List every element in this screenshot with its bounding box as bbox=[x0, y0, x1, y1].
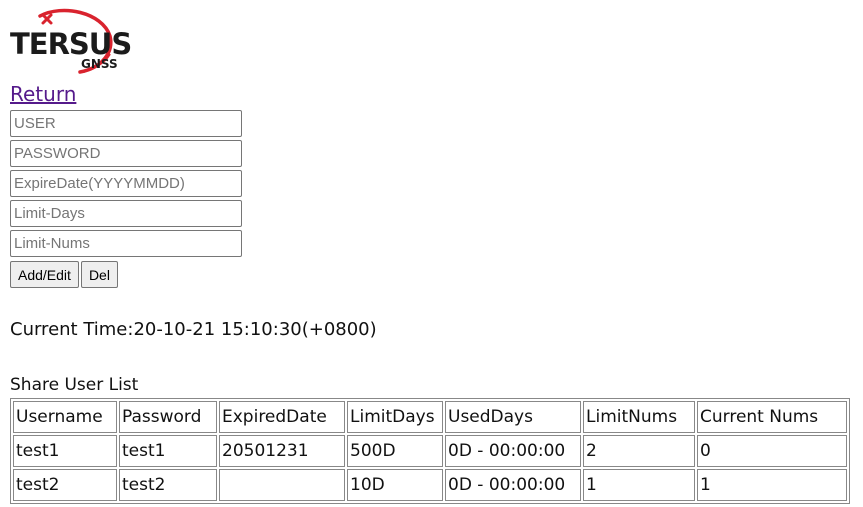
cell-used-days: 0D - 00:00:00 bbox=[445, 469, 581, 501]
cell-username: test2 bbox=[13, 469, 117, 501]
column-header-limit-days: LimitDays bbox=[347, 401, 443, 433]
share-user-table: Username Password ExpiredDate LimitDays … bbox=[10, 398, 850, 504]
cell-current-nums: 0 bbox=[697, 435, 847, 467]
logo-sub-text: GNSS bbox=[81, 57, 118, 71]
user-form bbox=[10, 110, 246, 260]
tersus-logo-graphic: TERSUS GNSS bbox=[10, 8, 132, 74]
current-time: Current Time:20-10-21 15:10:30(+0800) bbox=[10, 319, 377, 341]
column-header-username: Username bbox=[13, 401, 117, 433]
user-input[interactable] bbox=[10, 110, 242, 137]
cell-limit-nums: 1 bbox=[583, 469, 695, 501]
column-header-password: Password bbox=[119, 401, 217, 433]
limit-days-input[interactable] bbox=[10, 200, 242, 227]
cell-limit-days: 10D bbox=[347, 469, 443, 501]
share-user-table-wrapper: Username Password ExpiredDate LimitDays … bbox=[10, 398, 850, 504]
cell-limit-nums: 2 bbox=[583, 435, 695, 467]
limit-nums-input[interactable] bbox=[10, 230, 242, 257]
cell-used-days: 0D - 00:00:00 bbox=[445, 435, 581, 467]
current-time-label: Current Time: bbox=[10, 319, 134, 340]
cell-password: test1 bbox=[119, 435, 217, 467]
expire-date-input[interactable] bbox=[10, 170, 242, 197]
return-link[interactable]: Return bbox=[10, 82, 76, 106]
page: TERSUS GNSS Return Add/Edit Del Current … bbox=[0, 0, 863, 507]
share-user-list-title: Share User List bbox=[10, 375, 139, 395]
table-header-row: Username Password ExpiredDate LimitDays … bbox=[13, 401, 847, 433]
cell-password: test2 bbox=[119, 469, 217, 501]
form-buttons: Add/Edit Del bbox=[10, 261, 118, 288]
add-edit-button[interactable]: Add/Edit bbox=[10, 261, 79, 288]
column-header-used-days: UsedDays bbox=[445, 401, 581, 433]
cell-limit-days: 500D bbox=[347, 435, 443, 467]
table-row[interactable]: test2 test2 10D 0D - 00:00:00 1 1 bbox=[13, 469, 847, 501]
tersus-gnss-logo: TERSUS GNSS bbox=[10, 6, 140, 78]
cell-expired-date bbox=[219, 469, 345, 501]
delete-button[interactable]: Del bbox=[80, 261, 118, 288]
table-row[interactable]: test1 test1 20501231 500D 0D - 00:00:00 … bbox=[13, 435, 847, 467]
column-header-expired-date: ExpiredDate bbox=[219, 401, 345, 433]
cell-expired-date: 20501231 bbox=[219, 435, 345, 467]
password-input[interactable] bbox=[10, 140, 242, 167]
cell-username: test1 bbox=[13, 435, 117, 467]
column-header-limit-nums: LimitNums bbox=[583, 401, 695, 433]
cell-current-nums: 1 bbox=[697, 469, 847, 501]
column-header-current-nums: Current Nums bbox=[697, 401, 847, 433]
logo-brand-text: TERSUS bbox=[10, 27, 131, 61]
current-time-value: 20-10-21 15:10:30(+0800) bbox=[133, 319, 377, 340]
